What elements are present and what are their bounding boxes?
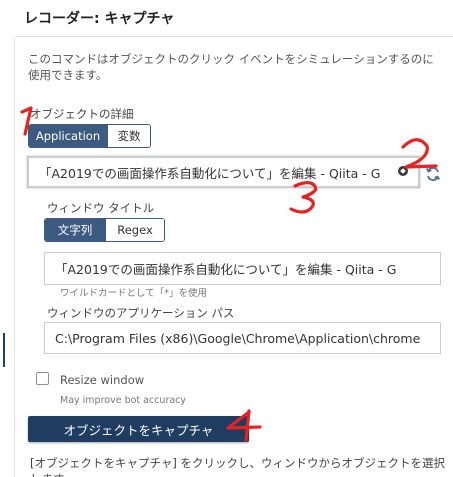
wildcard-hint: ワイルドカードとして「*」を使用 bbox=[60, 288, 207, 299]
resize-window-label: Resize window bbox=[60, 373, 145, 387]
properties-panel: レコーダー: キャプチャ このコマンドはオブジェクトのクリック イベントをシミュ… bbox=[0, 0, 453, 477]
object-source-toggle: Application 変数 bbox=[28, 124, 151, 148]
window-title-input[interactable]: 「A2019での画面操作系自動化について」を編集 - Qiita - G bbox=[44, 252, 441, 285]
toggle-string[interactable]: 文字列 bbox=[45, 219, 105, 241]
app-path-input[interactable]: C:\Program Files (x86)\Google\Chrome\App… bbox=[44, 322, 441, 354]
window-title-mode-toggle: 文字列 Regex bbox=[44, 218, 165, 242]
toggle-application[interactable]: Application bbox=[29, 125, 107, 147]
app-path-input-value: C:\Program Files (x86)\Google\Chrome\App… bbox=[55, 330, 421, 346]
window-title-input-value: 「A2019での画面操作系自動化について」を編集 - Qiita - G bbox=[55, 262, 397, 277]
app-path-label: ウィンドウのアプリケーション パス bbox=[47, 306, 235, 320]
panel-left-marker bbox=[3, 333, 5, 367]
window-title-label: ウィンドウ タイトル bbox=[47, 201, 155, 215]
object-details-input-value: 「A2019での画面操作系自動化について」を編集 - Qiita - G bbox=[39, 165, 381, 181]
toggle-variable[interactable]: 変数 bbox=[107, 125, 150, 147]
page-title: レコーダー: キャプチャ bbox=[24, 11, 175, 27]
capture-instructions: [オブジェクトをキャプチャ] をクリックし、ウィンドウからオブジェクトを選択しま… bbox=[30, 456, 446, 477]
toggle-regex[interactable]: Regex bbox=[105, 219, 164, 241]
header-divider bbox=[16, 36, 453, 37]
object-details-input[interactable]: 「A2019での画面操作系自動化について」を編集 - Qiita - G bbox=[27, 156, 420, 188]
capture-object-button[interactable]: オブジェクトをキャプチャ bbox=[28, 416, 249, 442]
command-description: このコマンドはオブジェクトのクリック イベントをシミュレーションするのに使用でき… bbox=[28, 52, 434, 82]
resize-window-hint: May improve bot accuracy bbox=[60, 395, 187, 406]
panel-left-border bbox=[14, 37, 15, 477]
resize-window-checkbox[interactable] bbox=[36, 372, 49, 385]
object-details-label: オブジェクトの詳細 bbox=[30, 107, 134, 121]
object-capture-icon[interactable] bbox=[397, 165, 409, 177]
refresh-icon[interactable] bbox=[425, 166, 441, 182]
